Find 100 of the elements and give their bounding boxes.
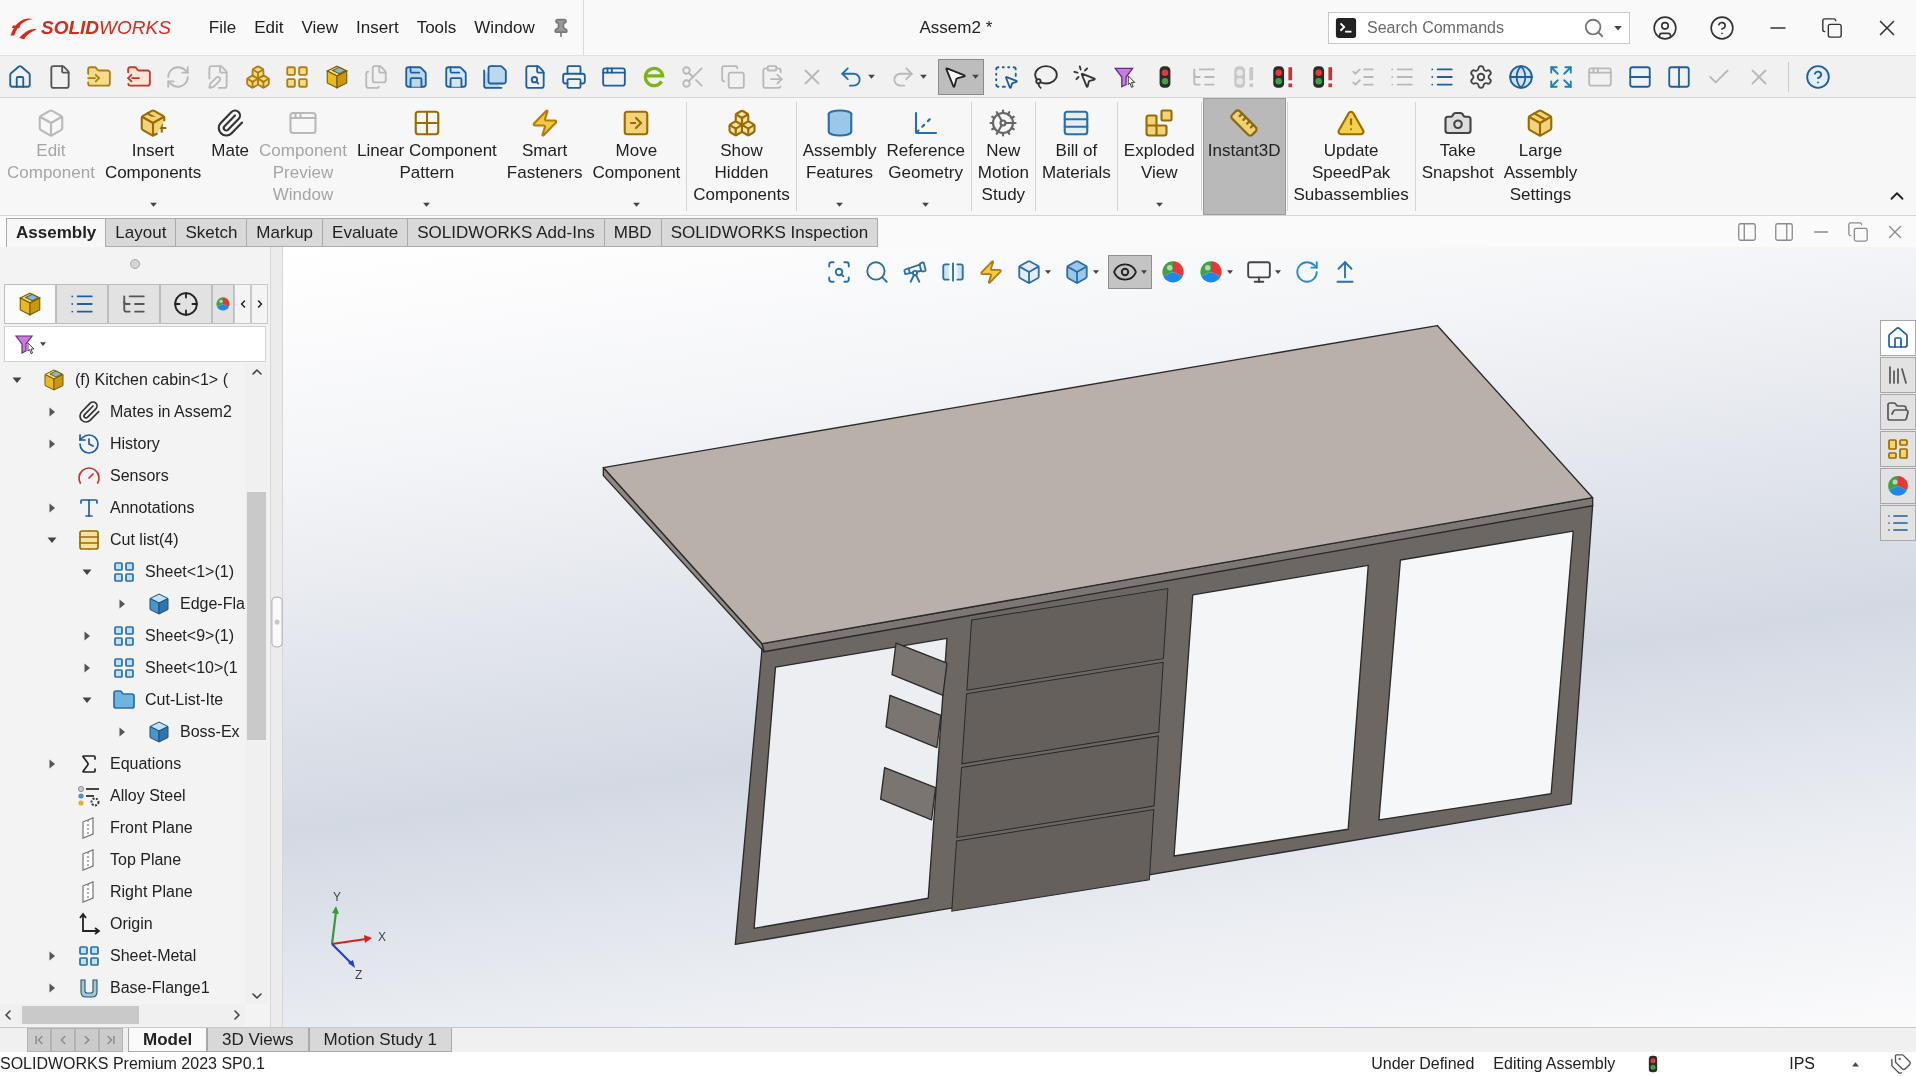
- menu-item[interactable]: File: [200, 13, 245, 42]
- toolbar-button[interactable]: [937, 58, 984, 95]
- ribbon-button[interactable]: Take Snapshot: [1416, 98, 1499, 215]
- menu-item[interactable]: Tools: [408, 13, 465, 42]
- help-icon[interactable]: [1709, 14, 1735, 41]
- filter-field[interactable]: [4, 326, 266, 362]
- search-input[interactable]: Search Commands: [1365, 17, 1575, 38]
- tree-item-label[interactable]: Top Plane: [110, 851, 182, 869]
- ribbon-button[interactable]: Update SpeedPak Subassemblies: [1288, 98, 1414, 215]
- panel-tab[interactable]: [4, 284, 56, 324]
- tree-item-label[interactable]: Sheet-Metal: [110, 947, 197, 965]
- task-pane-tab[interactable]: [1880, 505, 1916, 541]
- tree-item-label[interactable]: Base-Flange1: [110, 979, 210, 997]
- ribbon-button[interactable]: Mate: [206, 98, 255, 215]
- zoom-scan-icon: [825, 259, 852, 285]
- tab[interactable]: Sketch: [176, 218, 248, 247]
- task-pane-tab[interactable]: [1880, 357, 1916, 393]
- caret-up-icon[interactable]: [1851, 1059, 1860, 1069]
- funnel-icon: [13, 332, 37, 356]
- tree-item-label[interactable]: Right Plane: [110, 883, 193, 901]
- panel-left-icon[interactable]: [1736, 220, 1758, 243]
- caret-down-icon[interactable]: [835, 200, 845, 209]
- menu-item[interactable]: Window: [466, 13, 543, 42]
- tree-item-label[interactable]: Equations: [110, 755, 182, 773]
- drag-handle-icon[interactable]: [129, 258, 141, 270]
- tab[interactable]: Assembly: [6, 218, 107, 247]
- ribbon-button[interactable]: Move Component: [587, 98, 686, 215]
- caret-down-icon[interactable]: [148, 200, 158, 209]
- tab[interactable]: Evaluate: [323, 218, 409, 247]
- caret-down-icon[interactable]: [1139, 268, 1148, 276]
- view-tool-button[interactable]: [1107, 255, 1152, 289]
- caret-down-icon[interactable]: [1154, 200, 1164, 209]
- units-text[interactable]: IPS: [1789, 1055, 1815, 1073]
- restore-icon[interactable]: [1821, 16, 1843, 39]
- panel-right-icon[interactable]: [1773, 220, 1795, 243]
- tree-item-label[interactable]: Cut list(4): [110, 531, 179, 549]
- tree-item-label[interactable]: Sheet<1>(1): [145, 563, 234, 581]
- search-icon[interactable]: [1583, 16, 1605, 39]
- tree-item-label[interactable]: Cut-List-Ite: [145, 691, 224, 709]
- menu-item[interactable]: Edit: [246, 13, 292, 42]
- task-pane-tab[interactable]: [1880, 431, 1916, 467]
- caret-down-icon[interactable]: [1225, 268, 1234, 276]
- tree-item-label[interactable]: Sensors: [110, 467, 169, 485]
- scrollbar-thumb[interactable]: [22, 1006, 139, 1024]
- gear-icon: [988, 108, 1019, 138]
- ribbon-button[interactable]: Insert Components: [99, 98, 207, 215]
- caret-down-icon[interactable]: [970, 72, 980, 81]
- tree-item-label[interactable]: Annotations: [110, 499, 195, 517]
- tab[interactable]: 3D Views: [207, 1028, 309, 1052]
- task-pane-tab[interactable]: [1880, 394, 1916, 430]
- tree-item-label[interactable]: History: [110, 435, 160, 453]
- user-icon[interactable]: [1652, 14, 1678, 41]
- task-pane-tab[interactable]: [1880, 320, 1916, 356]
- tree-item-label[interactable]: Boss-Ex: [180, 723, 240, 741]
- tab[interactable]: SOLIDWORKS Add-Ins: [408, 218, 605, 247]
- axis-label: Y: [333, 890, 341, 904]
- caret-down-icon[interactable]: [921, 200, 931, 209]
- magnifier-icon: [863, 259, 890, 285]
- tab[interactable]: Markup: [247, 218, 324, 247]
- ribbon-button[interactable]: Reference Geometry: [881, 98, 970, 215]
- ribbon-button[interactable]: Bill of Materials: [1036, 98, 1116, 215]
- tree-item-label[interactable]: Front Plane: [110, 819, 193, 837]
- ribbon-button[interactable]: Smart Fasteners: [501, 98, 588, 215]
- ribbon-button[interactable]: Linear Component Pattern: [351, 98, 502, 215]
- caret-down-icon[interactable]: [422, 200, 432, 209]
- caret-down-icon[interactable]: [631, 200, 641, 209]
- ribbon-button[interactable]: Show Hidden Components: [688, 98, 795, 215]
- menu-item[interactable]: Insert: [348, 13, 407, 42]
- task-pane-tab[interactable]: [1880, 468, 1916, 504]
- scrollbar-thumb[interactable]: [247, 492, 266, 740]
- tree-item-label[interactable]: Edge-Fla: [180, 595, 245, 613]
- tab[interactable]: Model: [128, 1028, 208, 1052]
- caret-down-icon[interactable]: [867, 72, 877, 81]
- panel-tab[interactable]: [160, 284, 212, 324]
- tree-item-label[interactable]: Sheet<9>(1): [145, 627, 234, 645]
- crosshair-icon: [173, 291, 199, 317]
- menu-item[interactable]: View: [293, 13, 347, 42]
- tree-item-label[interactable]: Sheet<10>(1: [145, 659, 238, 677]
- tree-item-label[interactable]: Alloy Steel: [110, 787, 186, 805]
- tree-item-label[interactable]: Mates in Assem2: [110, 403, 232, 421]
- search-box[interactable]: Search Commands: [1328, 11, 1630, 44]
- caret-down-icon[interactable]: [1273, 268, 1282, 276]
- ribbon-button[interactable]: Instant3D: [1202, 98, 1286, 215]
- tree-item-label[interactable]: (f) Kitchen cabin<1> (: [75, 371, 228, 389]
- color-ball-icon: [1159, 259, 1186, 285]
- caret-down-icon[interactable]: [1091, 268, 1100, 276]
- tab[interactable]: SOLIDWORKS Inspection: [661, 218, 879, 247]
- ribbon-button[interactable]: Large Assembly Settings: [1498, 98, 1583, 215]
- panel-tab[interactable]: [108, 284, 160, 324]
- ribbon-button[interactable]: New Motion Study: [972, 98, 1034, 215]
- tree-item-label[interactable]: Origin: [110, 915, 153, 933]
- tab[interactable]: Motion Study 1: [308, 1028, 452, 1052]
- tab[interactable]: MBD: [604, 218, 662, 247]
- ribbon-button[interactable]: Exploded View: [1118, 98, 1200, 215]
- grid-icon: [112, 656, 136, 680]
- tab[interactable]: Layout: [106, 218, 177, 247]
- caret-down-icon[interactable]: [1043, 268, 1052, 276]
- ribbon-button[interactable]: Assembly Features: [797, 98, 882, 215]
- tags-icon[interactable]: [1890, 1053, 1912, 1075]
- status-text: Editing Assembly: [1493, 1055, 1616, 1073]
